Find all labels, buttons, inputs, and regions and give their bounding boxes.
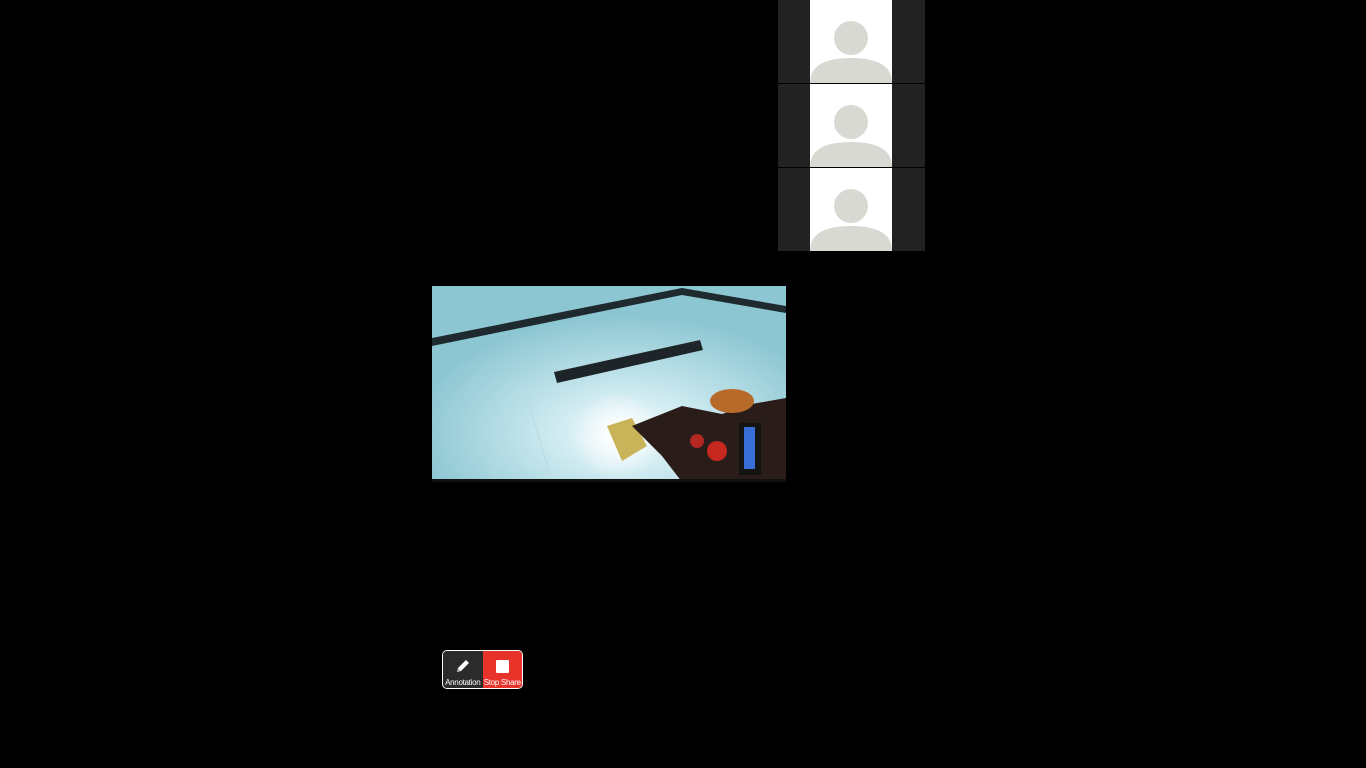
stop-square-icon (492, 656, 512, 676)
participant-thumbnails (778, 0, 925, 251)
annotation-button[interactable]: Annotation (443, 651, 483, 688)
stop-share-button[interactable]: Stop Share (482, 651, 522, 688)
stop-share-label: Stop Share (483, 678, 521, 687)
participant-tile[interactable] (778, 168, 925, 251)
annotation-label: Annotation (445, 678, 481, 687)
participant-tile[interactable] (778, 84, 925, 168)
default-user-icon (810, 168, 892, 251)
pencil-icon (453, 656, 473, 676)
meeting-screen: Annotation Stop Share (0, 0, 1366, 768)
participant-tile[interactable] (778, 0, 925, 84)
share-controls: Annotation Stop Share (442, 650, 523, 689)
default-user-icon (810, 0, 892, 83)
default-user-icon (810, 84, 892, 167)
shared-video (432, 286, 786, 482)
